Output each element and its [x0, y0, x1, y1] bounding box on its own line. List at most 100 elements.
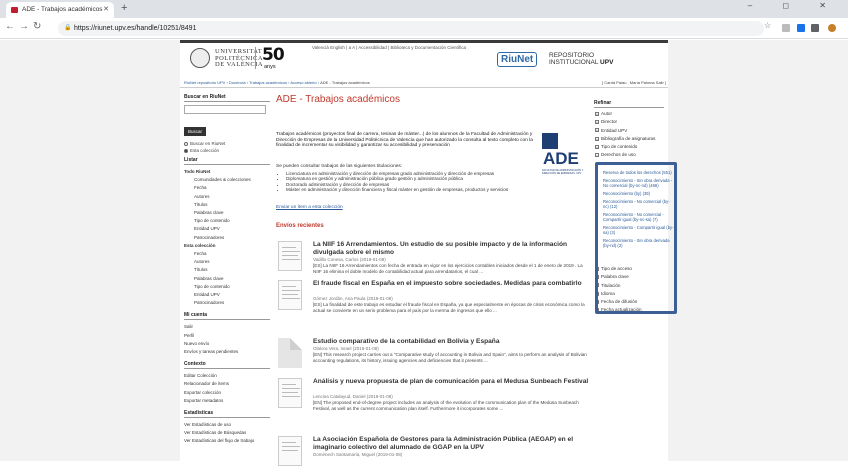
- facet-author[interactable]: + Autor: [595, 110, 667, 118]
- stats-link[interactable]: Ver Estadísticas del flujo de trabajo: [184, 437, 270, 445]
- stats-link[interactable]: Ver Estadísticas de Búsquedas: [184, 429, 270, 437]
- stats-link[interactable]: Ver Estadísticas de uso: [184, 421, 270, 429]
- account-link[interactable]: Perfil: [184, 332, 270, 340]
- extension-icon[interactable]: [782, 24, 790, 32]
- browse-link[interactable]: Palabras clave: [184, 209, 270, 217]
- browse-link[interactable]: Fecha: [184, 184, 270, 192]
- contexto-heading: Contexto: [184, 361, 270, 370]
- breadcrumb-link[interactable]: Trabajos académicos: [249, 80, 287, 85]
- search-button[interactable]: Buscar: [184, 127, 207, 136]
- account-link[interactable]: Salir: [184, 323, 270, 331]
- facet-entidad[interactable]: + Entidad UPV: [595, 127, 667, 135]
- mi-cuenta-heading: Mi cuenta: [184, 312, 270, 321]
- fifty-years-logo: 50: [262, 45, 285, 65]
- left-sidebar: Buscar en RiuNet Buscar Buscar en RiuNet…: [184, 94, 270, 446]
- degrees-intro: Se pueden consultar trabajos de las sigu…: [276, 164, 403, 169]
- degrees-list: Licenciatura en administración y direcci…: [286, 171, 508, 193]
- document-icon[interactable]: [278, 338, 302, 368]
- search-input[interactable]: [184, 105, 266, 114]
- browse-link[interactable]: Patrocinadores: [184, 299, 270, 307]
- item-title-link[interactable]: La NIIF 16 Arrendamientos. Un estudio de…: [313, 241, 589, 256]
- page-margin-right: [668, 40, 848, 461]
- item-author: Vadillo Conesa, Carlos (2019-01-08): [313, 257, 386, 262]
- browser-tab-bar: ADE - Trabajos académicos ✕ + – ◻ ✕: [0, 0, 848, 18]
- facet-director[interactable]: + Director: [595, 118, 667, 126]
- radio-search-collection[interactable]: Esta colección: [184, 148, 270, 153]
- item-title-link[interactable]: Estudio comparativo de la contabilidad e…: [313, 338, 589, 346]
- item-abstract: [ES] La finalidad de este trabajo es est…: [313, 302, 585, 313]
- facet-bibliografia[interactable]: + Bibliografía de asignaturas: [595, 135, 667, 143]
- browse-link[interactable]: Patrocinadores: [184, 234, 270, 242]
- url-input[interactable]: 🔒 https://riunet.upv.es/handle/10251/849…: [58, 21, 764, 36]
- browse-link[interactable]: Títulos: [184, 201, 270, 209]
- item-title-link[interactable]: La Asociación Española de Gestores para …: [313, 436, 589, 451]
- back-icon[interactable]: ←: [5, 21, 15, 32]
- context-link[interactable]: Relacionador de ítems: [184, 380, 270, 388]
- site-header: UNIVERSITAT POLITÈCNICA DE VALÈNCIA 50 a…: [180, 43, 668, 75]
- facet-derechos[interactable]: − Derechos de uso: [595, 151, 667, 159]
- ade-logo-mark-icon: [542, 133, 558, 149]
- ade-logo: ADE FACULTAD DE ADMINISTRACIÓN Y DIRECCI…: [542, 133, 590, 175]
- extension-icon[interactable]: [811, 24, 819, 32]
- repository-title: REPOSITORIO INSTITUCIONAL UPV: [549, 52, 614, 66]
- context-link[interactable]: Exportar metadatos: [184, 397, 270, 405]
- top-links[interactable]: Valencià English | a A | Accessibilidad …: [312, 45, 466, 50]
- context-link[interactable]: Exportar colección: [184, 389, 270, 397]
- window-controls[interactable]: – ◻ ✕: [748, 1, 840, 10]
- item-author: Olalora Vera, Israel (2019-01-08): [313, 346, 379, 351]
- item-thumbnail[interactable]: [278, 241, 302, 271]
- todo-riunet-label: Todo RiuNet: [184, 169, 211, 174]
- item-thumbnail[interactable]: [278, 378, 302, 408]
- item-abstract: [EN] The proposed end-of-degree project …: [313, 400, 579, 411]
- lock-icon: 🔒: [64, 25, 72, 31]
- breadcrumb-current: ADE - Trabajos académicos: [320, 80, 370, 85]
- extension-icon[interactable]: [797, 24, 805, 32]
- item-abstract: [ES] La NIIF 16 Arrendamientos con fecha…: [313, 263, 583, 274]
- item-title-link[interactable]: El fraude fiscal en España en el impuest…: [313, 280, 589, 288]
- riunet-logo[interactable]: RiuNet: [497, 52, 538, 67]
- upv-seal-icon: [190, 48, 210, 68]
- new-tab-button[interactable]: +: [121, 2, 127, 14]
- refine-heading: Refinar: [594, 100, 664, 108]
- account-link[interactable]: Envíos y tareas pendientes: [184, 348, 270, 356]
- submit-item-link[interactable]: Enviar un ítem a esta colección: [276, 205, 343, 210]
- breadcrumb-link[interactable]: RiuNet repositorio UPV: [184, 80, 225, 85]
- browse-link[interactable]: Tipo de contenido: [184, 217, 270, 225]
- item-title-link[interactable]: Análisis y nueva propuesta de plan de co…: [313, 378, 589, 386]
- radio-search-riunet[interactable]: Buscar en RiuNet: [184, 141, 270, 146]
- context-link[interactable]: Editar Colección: [184, 372, 270, 380]
- collection-description: Trabajos académicos (proyectos final de …: [276, 132, 533, 149]
- breadcrumb-link[interactable]: Acceso abierto: [290, 80, 316, 85]
- profile-avatar[interactable]: [828, 24, 836, 32]
- forward-icon[interactable]: →: [19, 21, 29, 32]
- breadcrumb-link[interactable]: Docencia: [229, 80, 246, 85]
- item-thumbnail[interactable]: [278, 436, 302, 466]
- browse-link[interactable]: Autores: [184, 193, 270, 201]
- browse-link[interactable]: Entidad UPV: [184, 291, 270, 299]
- browse-link[interactable]: Palabras clave: [184, 275, 270, 283]
- highlight-box: [595, 162, 677, 314]
- item-author: Gómez Jordán, Ana Paula (2019-01-08): [313, 296, 393, 301]
- item-thumbnail[interactable]: [278, 280, 302, 310]
- user-links[interactable]: [ Cardá Palau , María Paloma Salir ]: [602, 80, 666, 85]
- item-abstract: [EN] This research project carries out a…: [313, 352, 587, 363]
- browse-link[interactable]: Comunidades & colecciones: [184, 176, 270, 184]
- degree-item: Máster en administración y dirección fin…: [286, 187, 508, 192]
- listar-heading: Listar: [184, 157, 270, 165]
- breadcrumb: RiuNet repositorio UPV › Docencia › Trab…: [184, 80, 370, 85]
- facet-tipo-contenido[interactable]: + Tipo de contenido: [595, 143, 667, 151]
- reload-icon[interactable]: ↻: [33, 21, 41, 32]
- close-tab-icon[interactable]: ✕: [103, 2, 109, 18]
- recent-submissions-heading: Envíos recientes: [276, 223, 324, 229]
- browser-tab[interactable]: ADE - Trabajos académicos ✕: [6, 2, 114, 18]
- browse-link[interactable]: Tipo de contenido: [184, 283, 270, 291]
- breadcrumb-bar: RiuNet repositorio UPV › Docencia › Trab…: [180, 78, 668, 88]
- item-author: Doménech Santamaría, Miguel (2019-01-08): [313, 452, 403, 457]
- browse-link[interactable]: Entidad UPV: [184, 225, 270, 233]
- browse-link[interactable]: Autores: [184, 258, 270, 266]
- browse-link[interactable]: Títulos: [184, 266, 270, 274]
- logo-separator: [255, 47, 256, 69]
- star-icon[interactable]: ☆: [764, 21, 771, 30]
- account-link[interactable]: Nuevo envío: [184, 340, 270, 348]
- browse-link[interactable]: Fecha: [184, 250, 270, 258]
